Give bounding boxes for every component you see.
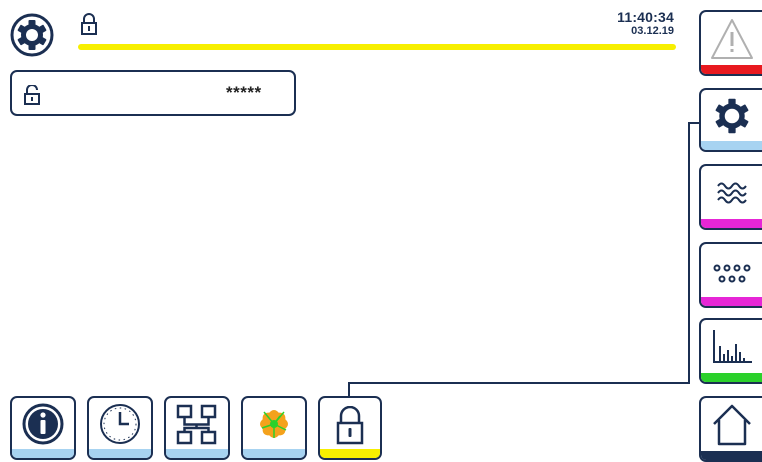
clock-time: 11:40:34 xyxy=(617,9,674,25)
warning-icon xyxy=(710,19,753,59)
water-stripe xyxy=(701,219,762,228)
clock-date: 03.12.19 xyxy=(631,25,674,37)
settings-gear-icon[interactable] xyxy=(10,13,54,57)
bar-chart-icon xyxy=(712,330,752,363)
network-icon xyxy=(176,404,217,445)
dosing-button[interactable] xyxy=(699,242,762,308)
lock-icon xyxy=(336,406,364,445)
flower-button[interactable] xyxy=(241,396,307,460)
connector-line xyxy=(348,382,690,384)
home-button[interactable] xyxy=(699,396,762,462)
clock-stripe xyxy=(89,449,151,458)
alarm-button[interactable] xyxy=(699,10,762,76)
trend-stripe xyxy=(701,373,762,382)
password-field[interactable]: ***** xyxy=(10,70,296,116)
lock-stripe xyxy=(320,449,380,458)
connector-line xyxy=(348,382,350,397)
status-bar xyxy=(78,44,676,50)
flower-stripe xyxy=(243,449,305,458)
water-button[interactable] xyxy=(699,164,762,230)
network-stripe xyxy=(166,449,228,458)
settings-stripe xyxy=(701,141,762,150)
trend-button[interactable] xyxy=(699,318,762,384)
info-button[interactable] xyxy=(10,396,76,460)
dots-icon xyxy=(713,264,750,283)
password-value: ***** xyxy=(226,83,262,102)
info-stripe xyxy=(12,449,74,458)
lock-icon xyxy=(80,13,98,35)
flower-icon xyxy=(260,410,288,438)
home-icon xyxy=(712,404,751,446)
gear-icon xyxy=(715,98,748,134)
network-button[interactable] xyxy=(164,396,230,460)
lock-button[interactable] xyxy=(318,396,382,460)
settings-button[interactable] xyxy=(699,88,762,152)
dosing-stripe xyxy=(701,297,762,306)
unlock-icon xyxy=(24,84,40,105)
clock-icon xyxy=(100,404,140,444)
clock-button[interactable] xyxy=(87,396,153,460)
alarm-stripe xyxy=(701,65,762,74)
waves-icon xyxy=(716,182,747,204)
info-icon xyxy=(22,403,64,445)
home-stripe xyxy=(701,451,762,460)
connector-line xyxy=(688,122,690,384)
